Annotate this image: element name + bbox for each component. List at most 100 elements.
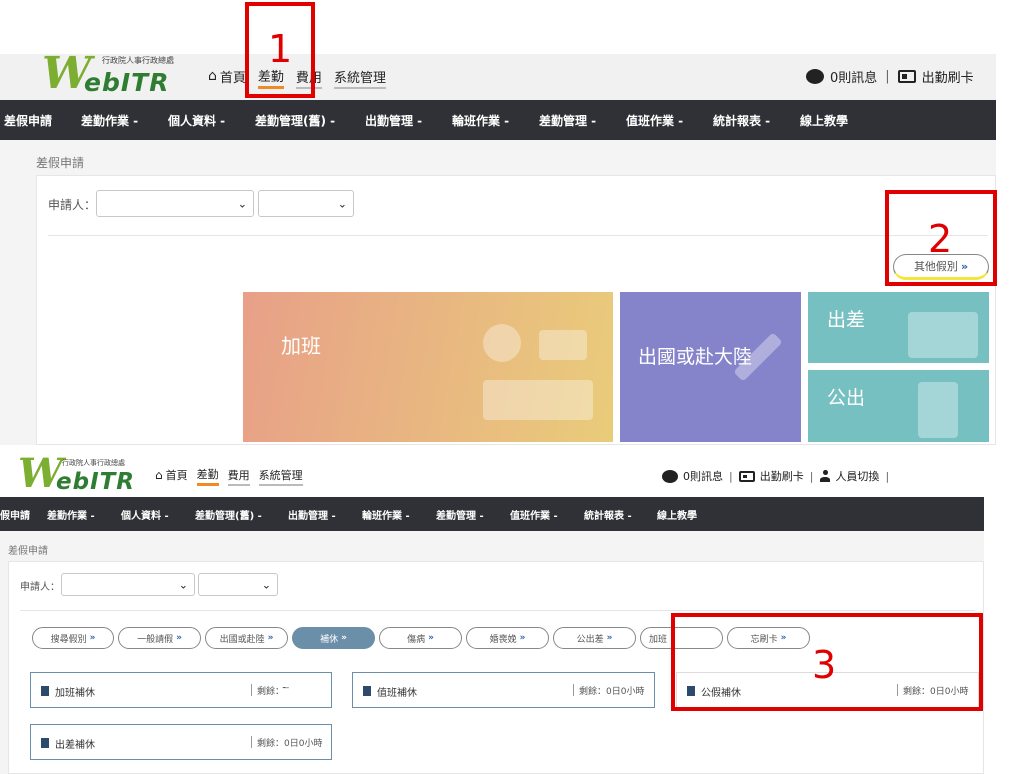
- chevron-down-icon: ⌄: [237, 197, 247, 210]
- tile-abroad-label: 出國或赴大陸: [638, 346, 753, 368]
- nav-expense-bottom[interactable]: 費用: [227, 467, 250, 486]
- pill-search-leave[interactable]: 搜尋假別»: [32, 627, 114, 649]
- card-divider: [573, 684, 574, 696]
- main-menu-bottom: 假申請 差勤作業 - 個人資料 - 差勤管理(舊) - 出勤管理 - 輪班作業 …: [0, 497, 984, 531]
- menu-attendance-mgmt-bottom[interactable]: 差勤管理 -: [436, 507, 484, 522]
- card-duty-comp[interactable]: 值班補休 剩餘：0日0小時: [352, 672, 655, 708]
- clock-desk-icon: [483, 324, 521, 362]
- applicant-select-1-top[interactable]: ⌄: [96, 190, 254, 217]
- menu-attendance-mgmt-old-bottom[interactable]: 差勤管理(舊) -: [195, 507, 262, 522]
- applicant-label-bottom: 申請人：: [20, 582, 60, 593]
- menu-presence-mgmt[interactable]: 出勤管理 -: [365, 112, 422, 129]
- menu-shift-ops-bottom[interactable]: 輪班作業 -: [362, 507, 410, 522]
- applicant-select-1-bottom[interactable]: ⌄: [61, 573, 195, 596]
- menu-attendance-ops[interactable]: 差勤作業 -: [81, 112, 138, 129]
- home-icon: ⌂: [208, 68, 217, 84]
- switch-user-link[interactable]: 人員切換: [819, 468, 879, 484]
- pill-comp-leave[interactable]: 補休»: [292, 627, 375, 649]
- menu-presence-mgmt-bottom[interactable]: 出勤管理 -: [288, 507, 336, 522]
- nav-system[interactable]: 系統管理: [333, 67, 386, 89]
- tile-official-outing[interactable]: 公出: [808, 370, 989, 442]
- applicant-label-top: 申請人：: [48, 198, 97, 212]
- breadcrumb-bottom: 差假申請: [8, 546, 48, 557]
- card-trip-comp[interactable]: 出差補休 剩餘：0日0小時: [30, 724, 332, 760]
- tile-overtime[interactable]: 加班: [243, 292, 613, 442]
- card-value: 剩餘：̄ ̄ ̄: [257, 687, 290, 697]
- card-name: 值班補休: [377, 688, 417, 699]
- building-icon: [918, 382, 958, 438]
- menu-leave-apply[interactable]: 差假申請: [4, 112, 52, 129]
- logo-org: 行政院人事行政總處: [102, 56, 174, 65]
- messages-link[interactable]: 0則訊息: [806, 67, 877, 86]
- nav-home-label: 首頁: [219, 70, 246, 86]
- nav-home-bottom[interactable]: ⌂ 首頁: [155, 467, 188, 486]
- menu-online-tutorial-bottom[interactable]: 線上教學: [657, 507, 697, 522]
- applicant-select-2-top[interactable]: ⌄: [258, 190, 354, 217]
- messages-label-bottom: 0則訊息: [683, 470, 723, 483]
- webitr-logo-bottom: W ebITR 行政院人事行政總處: [18, 454, 148, 498]
- pill-label: 一般請假: [137, 634, 174, 645]
- menu-leave-apply-bottom[interactable]: 假申請: [0, 507, 30, 522]
- double-chevron-icon: »: [176, 633, 182, 643]
- card-name: 加班補休: [55, 688, 95, 699]
- top-right-tools-bottom: 0則訊息 | 出勤刷卡 | 人員切換 |: [662, 468, 889, 484]
- menu-reports-bottom[interactable]: 統計報表 -: [584, 507, 632, 522]
- webitr-logo: W ebITR 行政院人事行政總處: [42, 52, 192, 100]
- pill-label: 婚喪娩: [489, 634, 517, 645]
- main-menu-top: 差假申請 差勤作業 - 個人資料 - 差勤管理(舊) - 出勤管理 - 輪班作業…: [0, 100, 996, 140]
- punch-link[interactable]: 出勤刷卡: [897, 67, 974, 86]
- nav-system-bottom[interactable]: 系統管理: [258, 467, 303, 486]
- messages-link-bottom[interactable]: 0則訊息: [662, 468, 723, 484]
- chevron-down-icon: ⌄: [178, 578, 188, 591]
- pill-label: 補休: [320, 634, 339, 645]
- document-icon: [41, 686, 49, 696]
- double-chevron-icon: »: [428, 633, 434, 643]
- menu-personal-info[interactable]: 個人資料 -: [168, 112, 225, 129]
- applicant-select-2-bottom[interactable]: ⌄: [198, 573, 278, 596]
- menu-online-tutorial[interactable]: 線上教學: [800, 112, 848, 129]
- menu-attendance-mgmt-old[interactable]: 差勤管理(舊) -: [255, 112, 335, 129]
- double-chevron-icon: »: [519, 633, 526, 643]
- card-value: 剩餘：0日0小時: [579, 687, 645, 697]
- menu-attendance-mgmt[interactable]: 差勤管理 -: [539, 112, 596, 129]
- menu-duty-ops-bottom[interactable]: 值班作業 -: [510, 507, 558, 522]
- tile-business-trip-label: 出差: [827, 309, 866, 331]
- pill-label: 公出差: [576, 634, 604, 645]
- pill-marriage-funeral[interactable]: 婚喪娩»: [466, 627, 549, 649]
- separator: |: [809, 469, 814, 483]
- card-overtime-comp[interactable]: 加班補休 剩餘：̄ ̄ ̄: [30, 672, 332, 708]
- annotation-number-2: 2: [928, 217, 953, 261]
- pill-official-trip[interactable]: 公出差»: [553, 627, 636, 649]
- tile-overtime-label: 加班: [281, 334, 321, 358]
- pill-sick[interactable]: 傷病»: [379, 627, 462, 649]
- double-chevron-icon: »: [267, 633, 274, 643]
- menu-shift-ops[interactable]: 輪班作業 -: [452, 112, 509, 129]
- tile-business-trip[interactable]: 出差: [808, 292, 989, 363]
- tile-abroad[interactable]: 出國或赴大陸: [620, 292, 801, 442]
- menu-attendance-ops-bottom[interactable]: 差勤作業 -: [47, 507, 95, 522]
- logo-org-bottom: 行政院人事行政總處: [62, 459, 125, 467]
- switch-user-label: 人員切換: [835, 470, 880, 483]
- id-card-icon: [897, 70, 916, 83]
- nav-attendance-bottom[interactable]: 差勤: [196, 466, 219, 486]
- chat-icon: [662, 469, 678, 483]
- form-divider-top: [48, 235, 988, 236]
- pill-label: 加班: [649, 634, 668, 645]
- punch-label: 出勤刷卡: [921, 71, 974, 86]
- separator: |: [885, 469, 890, 483]
- annotation-number-3: 3: [812, 643, 837, 687]
- pill-label: 搜尋假別: [50, 634, 87, 645]
- pill-abroad[interactable]: 出國或赴陸»: [205, 627, 288, 649]
- punch-link-bottom[interactable]: 出勤刷卡: [738, 468, 804, 484]
- nav-home[interactable]: ⌂ 首頁: [208, 67, 246, 89]
- pill-label: 出國或赴陸: [219, 634, 265, 645]
- logo-ebitr-bottom: ebITR: [56, 469, 136, 495]
- card-divider: [251, 684, 252, 696]
- pill-general-leave[interactable]: 一般請假»: [118, 627, 201, 649]
- menu-duty-ops[interactable]: 值班作業 -: [626, 112, 683, 129]
- menu-personal-info-bottom[interactable]: 個人資料 -: [121, 507, 169, 522]
- messages-label: 0則訊息: [830, 71, 878, 86]
- breadcrumb-top: 差假申請: [36, 156, 85, 170]
- punch-label-bottom: 出勤刷卡: [759, 470, 804, 483]
- menu-reports[interactable]: 統計報表 -: [713, 112, 770, 129]
